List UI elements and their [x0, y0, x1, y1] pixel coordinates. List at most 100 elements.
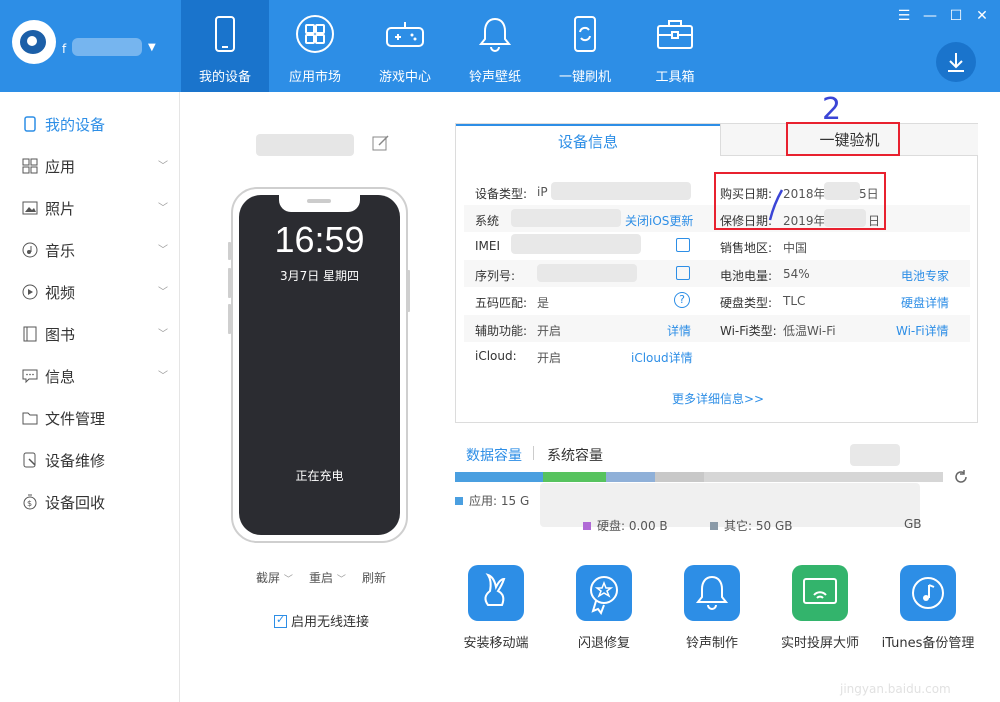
nav-ringtone-wallpaper[interactable]: 铃声壁纸	[451, 0, 539, 92]
sidebar-item-label: 信息	[45, 368, 76, 386]
close-icon[interactable]: ✕	[974, 8, 990, 24]
sidebar-item-photos[interactable]: 照片 ﹀	[0, 190, 180, 226]
minimize-icon[interactable]: —	[922, 8, 938, 24]
checkbox-checked-icon[interactable]	[274, 613, 287, 628]
nav-my-device[interactable]: 我的设备	[181, 0, 269, 92]
refresh-icon[interactable]	[953, 469, 969, 485]
chevron-down-icon[interactable]: ▼	[148, 42, 156, 53]
info-value: 是	[537, 296, 550, 310]
chevron-down-icon: ﹀	[158, 287, 168, 298]
phone-side-button	[228, 268, 231, 298]
sidebar-item-messages[interactable]: 信息 ﹀	[0, 358, 180, 394]
sidebar-item-apps[interactable]: 应用 ﹀	[0, 148, 180, 184]
legend-swatch	[583, 522, 591, 530]
menu-icon[interactable]: ☰	[896, 8, 912, 24]
sidebar-item-my-device[interactable]: 我的设备	[0, 106, 180, 142]
video-icon	[22, 284, 38, 300]
info-label: 辅助功能:	[475, 324, 528, 338]
crash-repair-tool[interactable]	[576, 565, 632, 621]
icloud-details-link[interactable]: iCloud详情	[631, 349, 693, 366]
sidebar-item-video[interactable]: 视频 ﹀	[0, 274, 180, 310]
nav-toolbox[interactable]: 工具箱	[631, 0, 719, 92]
tool-label: 闪退修复	[577, 636, 630, 651]
wireless-connection-toggle[interactable]: 启用无线连接	[274, 611, 369, 630]
battery-expert-link[interactable]: 电池专家	[901, 267, 949, 284]
legend-label: GB	[904, 517, 922, 531]
info-row-five-code-match: 五码匹配: 是 ?	[475, 287, 715, 314]
install-mobile-tool[interactable]	[468, 565, 524, 621]
phone-notch	[279, 194, 360, 212]
info-row-device-type: 设备类型: iP	[475, 178, 715, 205]
nav-app-market[interactable]: 应用市场	[271, 0, 359, 92]
sidebar: 我的设备 应用 ﹀ 照片 ﹀ 音乐 ﹀ 视频 ﹀ 图书 ﹀ 信息 ﹀ 文件管理 …	[0, 92, 180, 702]
redacted-blur	[511, 234, 641, 254]
help-icon[interactable]: ?	[674, 292, 690, 308]
message-icon	[22, 369, 38, 384]
annotation-box-dates	[714, 172, 886, 230]
redacted-blur	[511, 209, 621, 227]
info-row-battery: 电池电量: 54% 电池专家	[720, 260, 970, 287]
refresh-button[interactable]: 刷新	[362, 569, 386, 586]
tab-system-capacity[interactable]: 系统容量	[547, 445, 603, 465]
annotation-stroke	[768, 189, 784, 221]
phone-screen: 16:59 3月7日 星期四 正在充电	[239, 194, 400, 535]
info-row-icloud: iCloud: 开启 iCloud详情	[475, 342, 715, 369]
sidebar-item-device-recycle[interactable]: $ 设备回收	[0, 484, 180, 520]
badge-icon	[590, 576, 618, 616]
download-icon	[948, 53, 964, 72]
sidebar-item-label: 音乐	[45, 242, 76, 260]
disable-ios-update-link[interactable]: 关闭iOS更新	[625, 212, 693, 229]
wifi-details-link[interactable]: Wi-Fi详情	[896, 322, 949, 339]
copy-icon[interactable]	[676, 238, 690, 252]
chevron-down-icon: ﹀	[158, 329, 168, 340]
redacted-blur	[537, 264, 637, 282]
legend-label: 其它: 50 GB	[724, 519, 793, 533]
maximize-icon[interactable]: ☐	[948, 8, 964, 24]
nav-game-center[interactable]: 游戏中心	[361, 0, 449, 92]
more-details-link[interactable]: 更多详细信息>>	[672, 390, 764, 407]
image-icon	[22, 201, 38, 215]
nav-label: 铃声壁纸	[468, 70, 521, 85]
accessibility-details-link[interactable]: 详情	[667, 322, 691, 339]
nav-label: 应用市场	[288, 70, 341, 85]
info-row-wifi-type: Wi-Fi类型: 低温Wi-Fi Wi-Fi详情	[720, 315, 970, 342]
info-label: Wi-Fi类型:	[720, 324, 777, 338]
sidebar-item-label: 设备维修	[45, 452, 106, 470]
info-label: 系统	[475, 214, 500, 228]
app-logo-icon	[12, 20, 56, 64]
nav-one-click-flash[interactable]: 一键刷机	[541, 0, 629, 92]
disk-details-link[interactable]: 硬盘详情	[901, 294, 949, 311]
sidebar-item-device-repair[interactable]: 设备维修	[0, 442, 180, 478]
nav-label: 工具箱	[655, 70, 695, 85]
info-value: iP	[537, 185, 548, 199]
screenshot-button[interactable]: 截屏 ﹀	[256, 569, 293, 586]
sidebar-item-books[interactable]: 图书 ﹀	[0, 316, 180, 352]
account-area[interactable]: f ▼	[0, 0, 180, 92]
restart-button[interactable]: 重启 ﹀	[309, 569, 346, 586]
sidebar-item-music[interactable]: 音乐 ﹀	[0, 232, 180, 268]
tab-divider	[533, 446, 534, 460]
phone-side-button	[407, 270, 410, 312]
phone-icon	[24, 116, 36, 132]
info-label: 设备类型:	[475, 187, 528, 201]
download-button[interactable]	[936, 42, 976, 82]
info-row-serial: 序列号:	[475, 260, 715, 287]
user-name: f	[62, 42, 67, 56]
capacity-bar	[455, 472, 943, 482]
info-label: iCloud:	[475, 349, 517, 363]
restart-label: 重启	[309, 571, 334, 585]
tab-data-capacity[interactable]: 数据容量	[466, 445, 522, 465]
chevron-down-icon: ﹀	[336, 575, 346, 585]
chevron-down-icon: ﹀	[158, 161, 168, 172]
edit-icon[interactable]	[372, 134, 390, 152]
info-value: 54%	[783, 267, 810, 281]
copy-icon[interactable]	[676, 266, 690, 280]
ringtone-maker-tool[interactable]	[684, 565, 740, 621]
svg-text:$: $	[27, 499, 32, 508]
info-value: 开启	[537, 351, 562, 365]
tab-device-info[interactable]: 设备信息	[456, 124, 720, 156]
tool-label: 铃声制作	[685, 636, 738, 651]
nav-label: 我的设备	[198, 70, 251, 85]
music-icon	[22, 242, 38, 258]
sidebar-item-file-manager[interactable]: 文件管理	[0, 400, 180, 436]
